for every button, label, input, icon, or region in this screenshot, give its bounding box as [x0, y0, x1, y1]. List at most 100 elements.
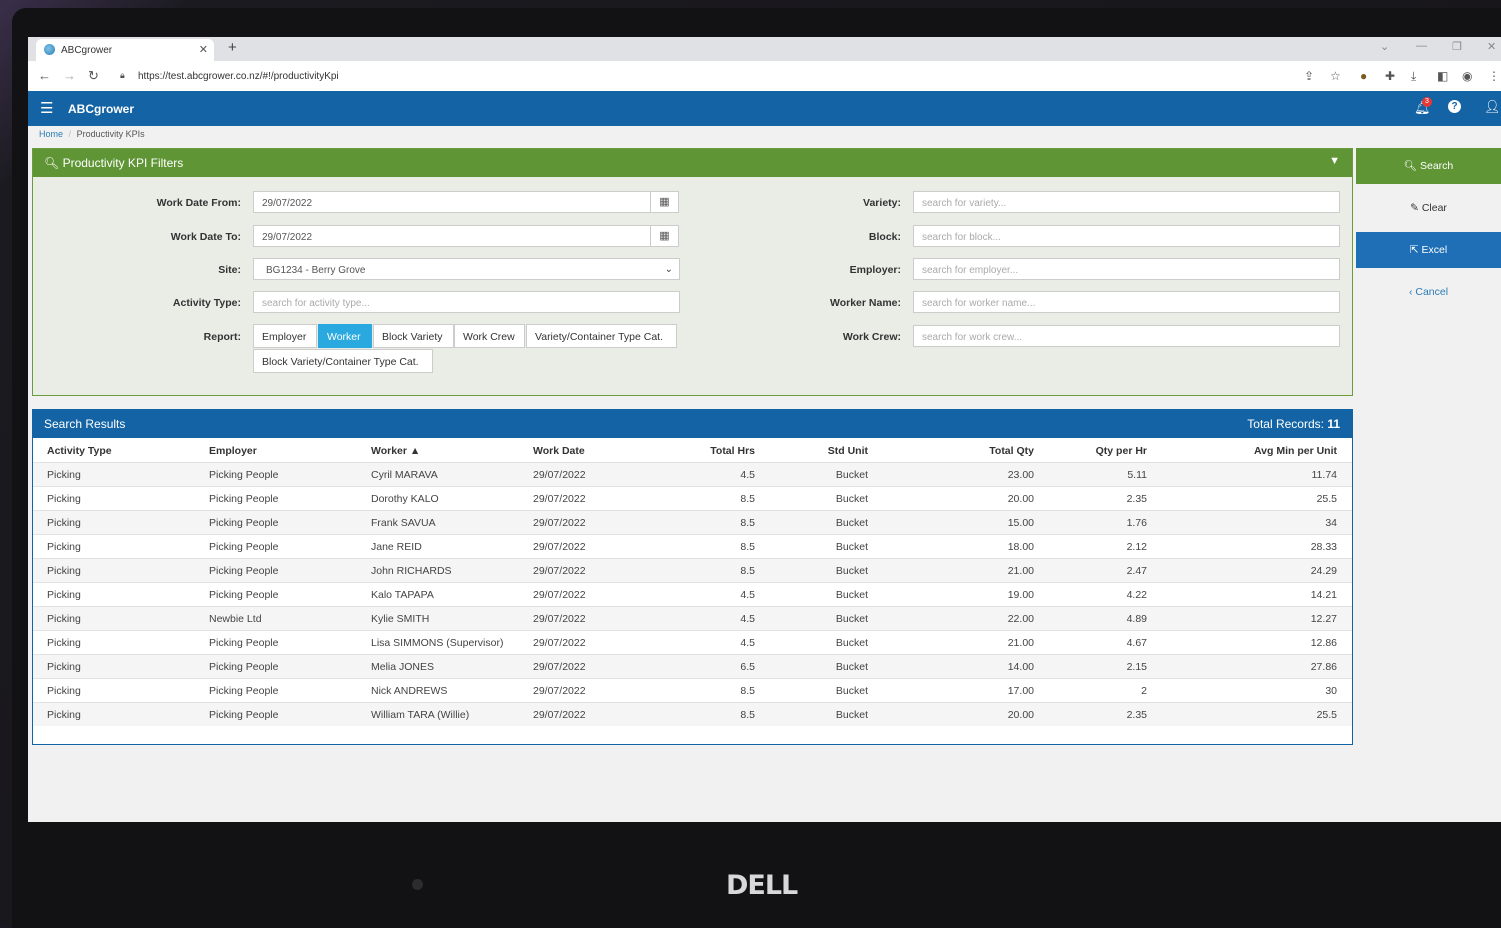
dell-logo: DELL — [726, 870, 798, 901]
calendar-icon[interactable]: ▦ — [650, 225, 679, 247]
cell-std-unit: Bucket — [770, 462, 883, 487]
cancel-button[interactable]: ‹ Cancel — [1356, 274, 1501, 310]
column-header-employer[interactable]: Employer — [195, 440, 357, 463]
column-header-total-qty[interactable]: Total Qty — [883, 440, 1049, 463]
table-row[interactable]: Picking Picking People William TARA (Willi… — [33, 702, 1352, 726]
employer-label: Employer: — [849, 264, 901, 276]
activity-type-input[interactable]: search for activity type... — [253, 291, 680, 313]
results-table: Activity Type Employer Worker ▲ Work Dat… — [33, 440, 1352, 726]
back-icon[interactable]: ← — [38, 68, 51, 83]
url-field[interactable]: 🔒︎ https://test.abcgrower.co.nz/#!/produ… — [112, 66, 1292, 86]
column-header-qty-per-hr[interactable]: Qty per Hr — [1049, 440, 1162, 463]
cell-work-date: 29/07/2022 — [519, 678, 657, 703]
extension-icon[interactable]: ● — [1360, 69, 1367, 83]
download-icon[interactable]: ⤓ — [1411, 69, 1416, 84]
share-icon[interactable]: ⇪ — [1304, 69, 1314, 83]
lock-icon: 🔒︎ — [120, 70, 125, 80]
filters-header[interactable]: 🔍︎ Productivity KPI Filters ▼ — [33, 149, 1352, 177]
close-window-icon[interactable]: ✕ — [1487, 40, 1496, 53]
breadcrumb-home[interactable]: Home — [39, 129, 63, 139]
clear-button[interactable]: ✎ Clear — [1356, 190, 1501, 226]
cell-avg-min-per-unit: 14.21 — [1162, 582, 1352, 607]
worker-name-input[interactable]: search for worker name... — [913, 291, 1340, 313]
table-row[interactable]: Picking Picking People Jane REID 29/07/2022… — [33, 534, 1352, 559]
report-option-worker[interactable]: Worker — [318, 324, 372, 348]
report-option-work-crew[interactable]: Work Crew — [454, 324, 525, 348]
cell-total-hrs: 8.5 — [657, 702, 770, 726]
report-option-variety-container[interactable]: Variety/Container Type Cat. — [526, 324, 677, 348]
cell-worker: Cyril MARAVA — [357, 462, 519, 487]
puzzle-extensions-icon[interactable]: ✚ — [1385, 69, 1395, 83]
restore-icon[interactable]: ❐ — [1452, 40, 1462, 53]
column-header-activity-type[interactable]: Activity Type — [33, 440, 195, 463]
site-select[interactable]: BG1234 - Berry Grove ⌄ — [253, 258, 680, 280]
cell-employer: Picking People — [195, 582, 357, 607]
work-date-to-input[interactable]: 29/07/2022 — [253, 225, 651, 247]
new-tab-button[interactable]: + — [228, 39, 237, 56]
column-header-worker[interactable]: Worker ▲ — [357, 440, 519, 463]
cell-activity-type: Picking — [33, 678, 195, 703]
browser-tab[interactable]: ABCgrower ✕ — [36, 39, 214, 61]
cell-avg-min-per-unit: 27.86 — [1162, 654, 1352, 679]
table-row[interactable]: Picking Picking People Melia JONES 29/07/20… — [33, 654, 1352, 679]
column-header-total-hrs[interactable]: Total Hrs — [657, 440, 770, 463]
work-date-from-input[interactable]: 29/07/2022 — [253, 191, 651, 213]
table-row[interactable]: Picking Picking People John RICHARDS 29/07/… — [33, 558, 1352, 583]
table-row[interactable]: Picking Picking People Nick ANDREWS 29/07/2… — [33, 678, 1352, 703]
app-brand[interactable]: ABCgrower — [68, 102, 134, 116]
bookmark-star-icon[interactable]: ☆ — [1330, 69, 1341, 83]
report-option-block-variety-container[interactable]: Block Variety/Container Type Cat. — [253, 349, 433, 373]
table-row[interactable]: Picking Picking People Kalo TAPAPA 29/07/20… — [33, 582, 1352, 607]
activity-type-label: Activity Type: — [172, 297, 241, 309]
close-tab-icon[interactable]: ✕ — [199, 43, 208, 56]
minimize-icon[interactable]: — — [1416, 40, 1427, 52]
cell-activity-type: Picking — [33, 702, 195, 726]
excel-button-label: Excel — [1421, 244, 1448, 256]
cell-employer: Picking People — [195, 654, 357, 679]
calendar-icon[interactable]: ▦ — [650, 191, 679, 213]
cell-total-hrs: 8.5 — [657, 534, 770, 559]
hamburger-menu-icon[interactable]: ☰ — [40, 99, 53, 117]
work-crew-input[interactable]: search for work crew... — [913, 325, 1340, 347]
search-icon: 🔍︎ — [1403, 160, 1418, 172]
table-row[interactable]: Picking Picking People Cyril MARAVA 29/07/2… — [33, 462, 1352, 487]
side-panel-icon[interactable]: ◧ — [1437, 69, 1448, 83]
table-row[interactable]: Picking Picking People Lisa SIMMONS (Super… — [33, 630, 1352, 655]
total-records-count: 11 — [1327, 417, 1340, 431]
cell-total-hrs: 8.5 — [657, 678, 770, 703]
cell-employer: Picking People — [195, 486, 357, 511]
browser-menu-icon[interactable]: ⋮ — [1488, 69, 1500, 83]
help-icon[interactable]: ? — [1448, 100, 1461, 113]
cell-worker: Lisa SIMMONS (Supervisor) — [357, 630, 519, 655]
block-input[interactable]: search for block... — [913, 225, 1340, 247]
column-header-avg-min-per-unit[interactable]: Avg Min per Unit — [1162, 440, 1352, 463]
reload-icon[interactable]: ↻ — [88, 68, 99, 84]
table-row[interactable]: Picking Newbie Ltd Kylie SMITH 29/07/2022 4.… — [33, 606, 1352, 631]
profile-icon[interactable]: ◉ — [1462, 69, 1472, 83]
cell-work-date: 29/07/2022 — [519, 702, 657, 726]
column-header-work-date[interactable]: Work Date — [519, 440, 657, 463]
report-option-block-variety[interactable]: Block Variety — [373, 324, 454, 348]
cell-qty-per-hr: 2.35 — [1049, 486, 1162, 511]
cell-qty-per-hr: 2.47 — [1049, 558, 1162, 583]
cancel-button-label: Cancel — [1415, 286, 1449, 298]
user-icon[interactable]: 👤︎ — [1484, 99, 1501, 115]
employer-input[interactable]: search for employer... — [913, 258, 1340, 280]
cell-worker: Melia JONES — [357, 654, 519, 679]
table-row[interactable]: Picking Picking People Frank SAVUA 29/07/20… — [33, 510, 1352, 535]
cell-activity-type: Picking — [33, 606, 195, 631]
column-header-std-unit[interactable]: Std Unit — [770, 440, 883, 463]
excel-export-button[interactable]: ⇱ Excel — [1356, 232, 1501, 268]
cell-avg-min-per-unit: 12.27 — [1162, 606, 1352, 631]
cell-total-hrs: 4.5 — [657, 630, 770, 655]
variety-label: Variety: — [863, 197, 901, 209]
forward-icon[interactable]: → — [63, 68, 76, 83]
cell-employer: Picking People — [195, 510, 357, 535]
report-option-employer[interactable]: Employer — [253, 324, 317, 348]
variety-input[interactable]: search for variety... — [913, 191, 1340, 213]
cell-work-date: 29/07/2022 — [519, 462, 657, 487]
collapse-caret-icon[interactable]: ▼ — [1329, 155, 1340, 167]
table-row[interactable]: Picking Picking People Dorothy KALO 29/07/2… — [33, 486, 1352, 511]
tab-search-icon[interactable]: ⌄ — [1380, 40, 1389, 53]
search-button[interactable]: 🔍︎ Search — [1356, 148, 1501, 184]
